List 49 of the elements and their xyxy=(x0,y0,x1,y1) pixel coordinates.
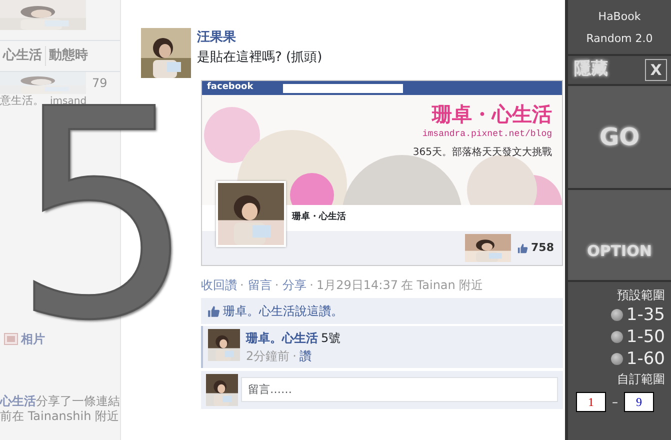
post-text: 意生活。 xyxy=(0,94,44,106)
range-from-field[interactable]: 1 xyxy=(576,392,606,412)
section-label: 自訂範圍 xyxy=(617,371,665,388)
place-text: 前在 Tainanshih 附近 xyxy=(0,409,120,425)
close-button[interactable]: X xyxy=(645,59,667,81)
share-text: 分享了一條連結 xyxy=(36,394,120,408)
radio-button[interactable] xyxy=(611,331,624,343)
action-link[interactable]: 留言 xyxy=(248,276,272,294)
section-label: 預設範圍 xyxy=(617,287,665,304)
go-button[interactable]: GO xyxy=(599,119,640,155)
photos-button[interactable]: 相片 xyxy=(21,330,45,348)
like-count: 758 xyxy=(531,240,554,256)
separator-dot: · xyxy=(310,277,314,294)
count-text: 79 xyxy=(92,74,108,92)
action-link[interactable]: 收回讚 xyxy=(201,276,237,294)
separator-dot: · xyxy=(292,349,296,363)
cover-url: imsandra.pixnet.net/blog xyxy=(422,128,552,141)
app-title: HaBook xyxy=(597,9,642,25)
comment-author[interactable]: 珊卓。心生活 xyxy=(246,331,318,345)
range-to-field[interactable]: 9 xyxy=(624,392,654,412)
action-link[interactable]: 分享 xyxy=(282,276,307,294)
like-link[interactable]: 讚 xyxy=(299,349,312,363)
app-subtitle: Random 2.0 xyxy=(585,31,654,47)
separator-dot: · xyxy=(274,277,279,294)
post-time[interactable]: 1月29日14:37 xyxy=(316,276,398,294)
separator-dot: · xyxy=(240,277,244,294)
preset-label: 1-35 xyxy=(626,304,665,326)
radio-button[interactable] xyxy=(611,353,624,365)
radio-button[interactable] xyxy=(611,309,624,321)
comment-field[interactable]: 留言…… xyxy=(241,377,558,402)
preset-label: 1-50 xyxy=(626,326,665,348)
author-name[interactable]: 汪果果 xyxy=(197,28,322,48)
cover-slogan: 365天。部落格天天發文大挑戰 xyxy=(412,146,552,160)
place-text: 在 Tainan 附近 xyxy=(400,277,484,294)
page-tab[interactable]: 心生活 xyxy=(0,46,45,66)
photo-icon xyxy=(4,332,18,344)
likes-text: 珊卓。心生活說這讚。 xyxy=(223,303,343,320)
page-name[interactable]: 珊卓・心生活 xyxy=(292,211,346,225)
range-separator: – xyxy=(612,394,618,411)
hide-button[interactable]: 隱藏 xyxy=(574,57,608,83)
page-tab[interactable]: 動態時 xyxy=(45,46,91,66)
thumbs-up-icon xyxy=(517,242,528,254)
option-button[interactable]: OPTION xyxy=(587,240,652,262)
post-text: 是貼在這裡嗎? (抓頭) xyxy=(197,48,322,66)
cover-title: 珊卓・心生活 xyxy=(432,103,552,125)
facebook-logo: facebook xyxy=(207,81,254,94)
preset-label: 1-60 xyxy=(626,348,665,370)
thumbs-up-icon xyxy=(207,304,220,318)
comment-text: 5號 xyxy=(321,331,341,345)
